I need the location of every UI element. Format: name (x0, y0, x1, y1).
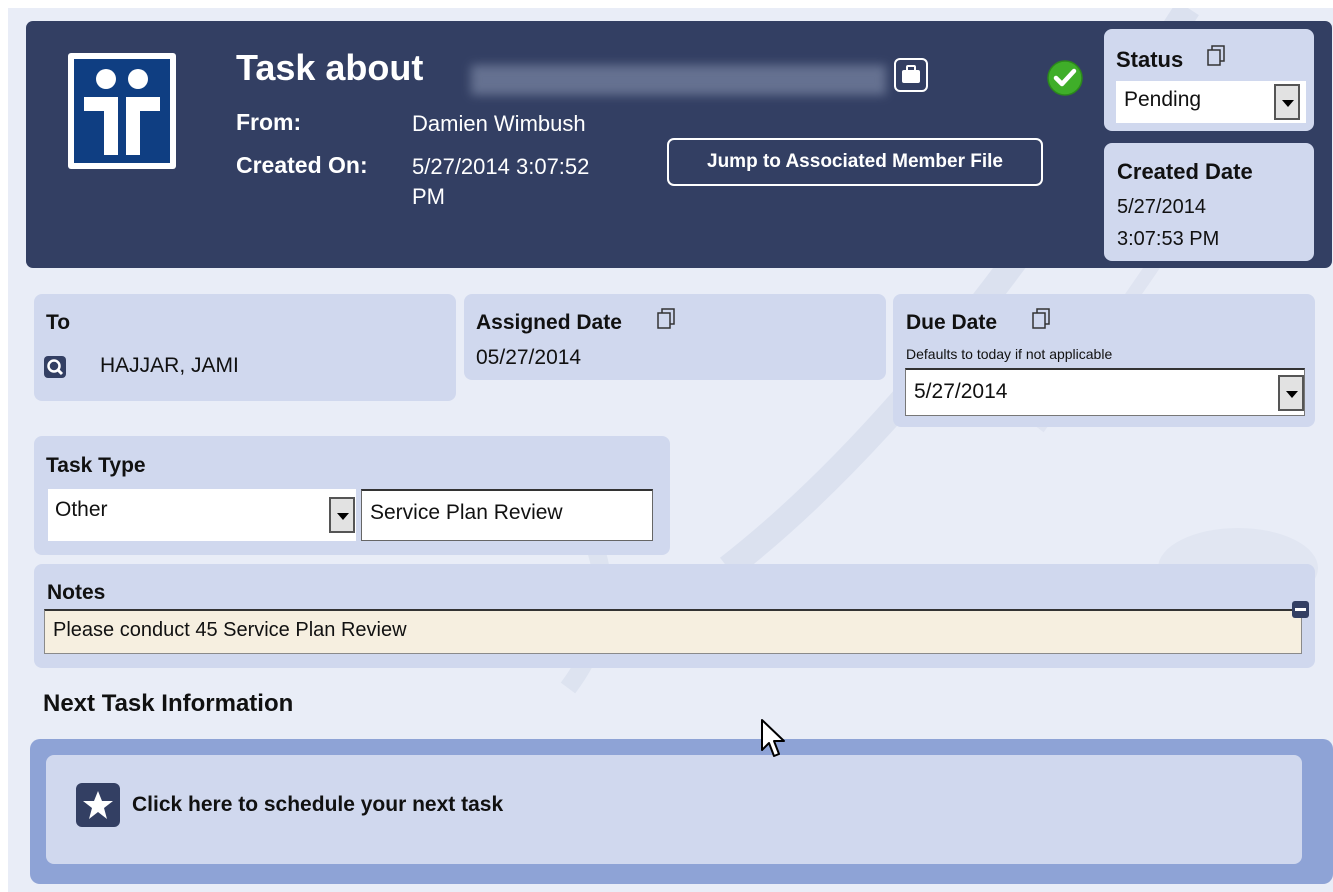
task-page: Task about From: Damien Wimbush Created … (8, 8, 1333, 892)
due-date-label: Due Date (906, 311, 998, 334)
copy-icon[interactable] (1206, 45, 1226, 67)
notes-card: Notes Please conduct 45 Service Plan Rev… (34, 564, 1315, 668)
star-icon (76, 783, 120, 827)
redacted-member-name (471, 65, 886, 95)
status-select[interactable]: Pending (1116, 81, 1306, 123)
task-type-select[interactable]: Other (48, 489, 356, 541)
task-header: Task about From: Damien Wimbush Created … (26, 21, 1332, 268)
collapse-icon[interactable] (1292, 601, 1309, 618)
assigned-date-label: Assigned Date (476, 311, 622, 334)
check-circle-icon (1047, 60, 1083, 96)
to-label: To (46, 311, 71, 334)
task-type-detail-value: Service Plan Review (370, 501, 563, 524)
created-on-value-cont: PM (412, 184, 445, 209)
status-label: Status (1116, 47, 1184, 72)
due-date-select[interactable]: 5/27/2014 (905, 368, 1305, 416)
status-selected-value: Pending (1124, 88, 1202, 111)
schedule-next-task-label: Click here to schedule your next task (132, 793, 504, 816)
assigned-date-card: Assigned Date 05/27/2014 (464, 294, 886, 380)
due-date-hint: Defaults to today if not applicable (906, 346, 1113, 362)
to-value: HAJJAR, JAMI (100, 354, 239, 377)
search-icon[interactable] (44, 356, 66, 378)
created-on-value: 5/27/2014 3:07:52 (412, 154, 590, 179)
next-task-heading: Next Task Information (43, 690, 294, 717)
task-type-selected-value: Other (55, 498, 108, 521)
notes-label: Notes (47, 581, 106, 604)
jump-to-member-file-button[interactable]: Jump to Associated Member File (667, 138, 1043, 186)
assigned-date-value: 05/27/2014 (476, 346, 582, 369)
copy-icon[interactable] (1031, 308, 1051, 330)
status-card: Status Pending (1104, 29, 1314, 131)
notes-value: Please conduct 45 Service Plan Review (53, 619, 407, 641)
people-logo-icon (84, 69, 160, 155)
app-logo (68, 53, 176, 169)
copy-icon[interactable] (656, 308, 676, 330)
schedule-next-task-button[interactable]: Click here to schedule your next task (46, 755, 1302, 864)
notes-textarea[interactable]: Please conduct 45 Service Plan Review (44, 609, 1302, 654)
task-type-card: Task Type Other Service Plan Review (34, 436, 670, 555)
task-type-detail-input[interactable]: Service Plan Review (361, 489, 653, 541)
mouse-cursor-icon (761, 719, 785, 757)
chevron-down-icon[interactable] (329, 497, 355, 533)
chevron-down-icon[interactable] (1278, 375, 1304, 411)
briefcase-icon[interactable] (894, 58, 928, 92)
chevron-down-icon[interactable] (1274, 84, 1300, 120)
created-time-value: 3:07:53 PM (1117, 228, 1220, 250)
task-type-label: Task Type (46, 454, 146, 477)
from-value: Damien Wimbush (412, 111, 586, 136)
due-date-selected-value: 5/27/2014 (914, 380, 1008, 403)
created-date-value: 5/27/2014 (1117, 196, 1206, 218)
to-card: To HAJJAR, JAMI (34, 294, 456, 401)
created-date-card: Created Date 5/27/2014 3:07:53 PM (1104, 143, 1314, 261)
due-date-card: Due Date Defaults to today if not applic… (893, 294, 1315, 427)
created-date-label: Created Date (1117, 159, 1253, 184)
next-task-panel: Click here to schedule your next task (30, 739, 1333, 884)
created-on-label: Created On: (236, 152, 368, 178)
task-title: Task about (236, 47, 424, 88)
from-label: From: (236, 109, 302, 135)
